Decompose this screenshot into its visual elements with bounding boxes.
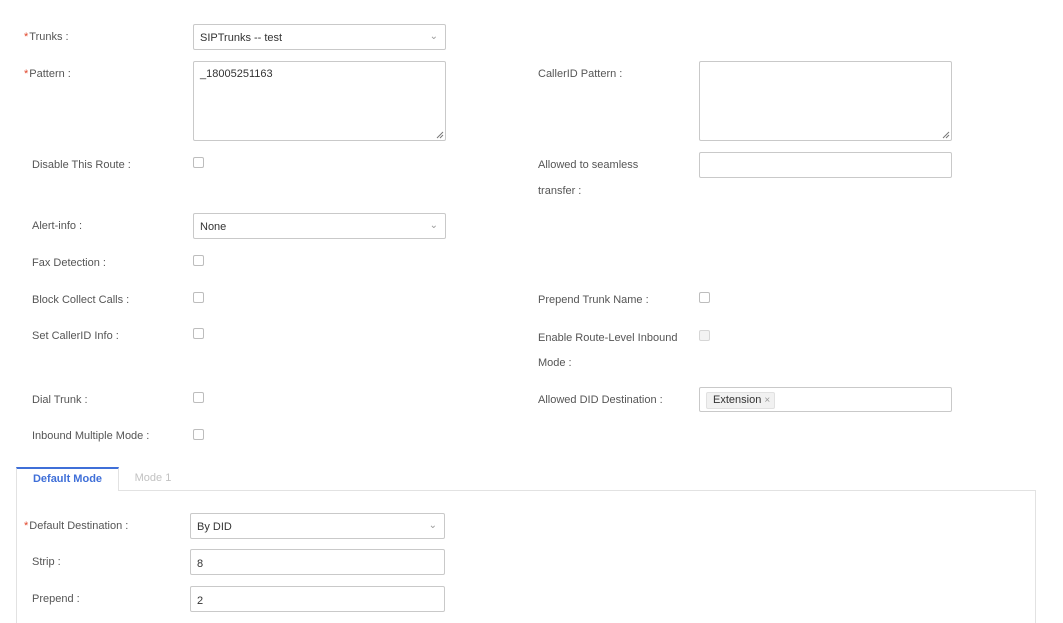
dial-trunk-checkbox[interactable] bbox=[193, 392, 204, 403]
pattern-textarea[interactable]: _18005251163 bbox=[193, 61, 446, 141]
seamless-transfer-label-line2: transfer: bbox=[538, 185, 582, 197]
trunks-label: *Trunks: bbox=[24, 31, 69, 43]
alert-info-select[interactable]: None ⌄ bbox=[193, 213, 446, 239]
block-collect-calls-label: Block Collect Calls: bbox=[32, 294, 130, 306]
disable-route-checkbox[interactable] bbox=[193, 157, 204, 168]
inbound-multiple-mode-checkbox[interactable] bbox=[193, 429, 204, 440]
seamless-transfer-input[interactable] bbox=[699, 152, 952, 178]
prepend-input[interactable]: 2 bbox=[190, 586, 445, 612]
chevron-down-icon: ⌄ bbox=[429, 220, 438, 231]
route-level-inbound-checkbox bbox=[699, 330, 710, 341]
extension-tag[interactable]: Extension × bbox=[706, 392, 776, 409]
trunks-select[interactable]: SIPTrunks -- test ⌄ bbox=[193, 24, 446, 50]
strip-value: 8 bbox=[197, 558, 204, 570]
fax-detection-label: Fax Detection: bbox=[32, 257, 106, 269]
inbound-multiple-mode-label: Inbound Multiple Mode: bbox=[32, 430, 150, 442]
set-callerid-info-checkbox[interactable] bbox=[193, 328, 204, 339]
callerid-pattern-textarea[interactable] bbox=[699, 61, 952, 141]
tab-mode-1[interactable]: Mode 1 bbox=[119, 467, 187, 491]
prepend-trunk-name-checkbox[interactable] bbox=[699, 292, 710, 303]
mode-panel bbox=[16, 490, 1036, 623]
callerid-pattern-label: CallerID Pattern: bbox=[538, 68, 623, 80]
fax-detection-checkbox[interactable] bbox=[193, 255, 204, 266]
required-asterisk: * bbox=[24, 31, 29, 43]
resize-grip-icon[interactable] bbox=[941, 130, 950, 139]
chevron-down-icon: ⌄ bbox=[428, 520, 437, 531]
disable-route-label: Disable This Route: bbox=[32, 159, 131, 171]
route-level-inbound-label-line2: Mode: bbox=[538, 357, 572, 369]
allowed-did-destination-multiselect[interactable]: Extension × bbox=[699, 387, 952, 412]
required-asterisk: * bbox=[24, 68, 29, 80]
tab-default-mode[interactable]: Default Mode bbox=[16, 467, 119, 491]
prepend-label: Prepend: bbox=[32, 593, 80, 605]
required-asterisk: * bbox=[24, 520, 29, 532]
default-destination-value: By DID bbox=[197, 521, 232, 533]
trunks-select-value: SIPTrunks -- test bbox=[200, 32, 283, 44]
alert-info-label: Alert-info: bbox=[32, 220, 83, 232]
default-destination-select[interactable]: By DID ⌄ bbox=[190, 513, 445, 539]
pattern-value: _18005251163 bbox=[200, 68, 273, 80]
pattern-label: *Pattern: bbox=[24, 68, 71, 80]
close-icon[interactable]: × bbox=[764, 395, 770, 406]
strip-label: Strip: bbox=[32, 556, 61, 568]
allowed-did-destination-label: Allowed DID Destination: bbox=[538, 394, 663, 406]
default-destination-label: *Default Destination: bbox=[24, 520, 129, 532]
block-collect-calls-checkbox[interactable] bbox=[193, 292, 204, 303]
prepend-value: 2 bbox=[197, 595, 204, 607]
alert-info-select-value: None bbox=[200, 221, 227, 233]
prepend-trunk-name-label: Prepend Trunk Name: bbox=[538, 294, 649, 306]
set-callerid-info-label: Set CallerID Info: bbox=[32, 330, 119, 342]
seamless-transfer-label-line1: Allowed to seamless bbox=[538, 159, 639, 171]
chevron-down-icon: ⌄ bbox=[429, 31, 438, 42]
dial-trunk-label: Dial Trunk: bbox=[32, 394, 88, 406]
route-level-inbound-label-line1: Enable Route-Level Inbound bbox=[538, 332, 678, 344]
resize-grip-icon[interactable] bbox=[435, 130, 444, 139]
strip-input[interactable]: 8 bbox=[190, 549, 445, 575]
